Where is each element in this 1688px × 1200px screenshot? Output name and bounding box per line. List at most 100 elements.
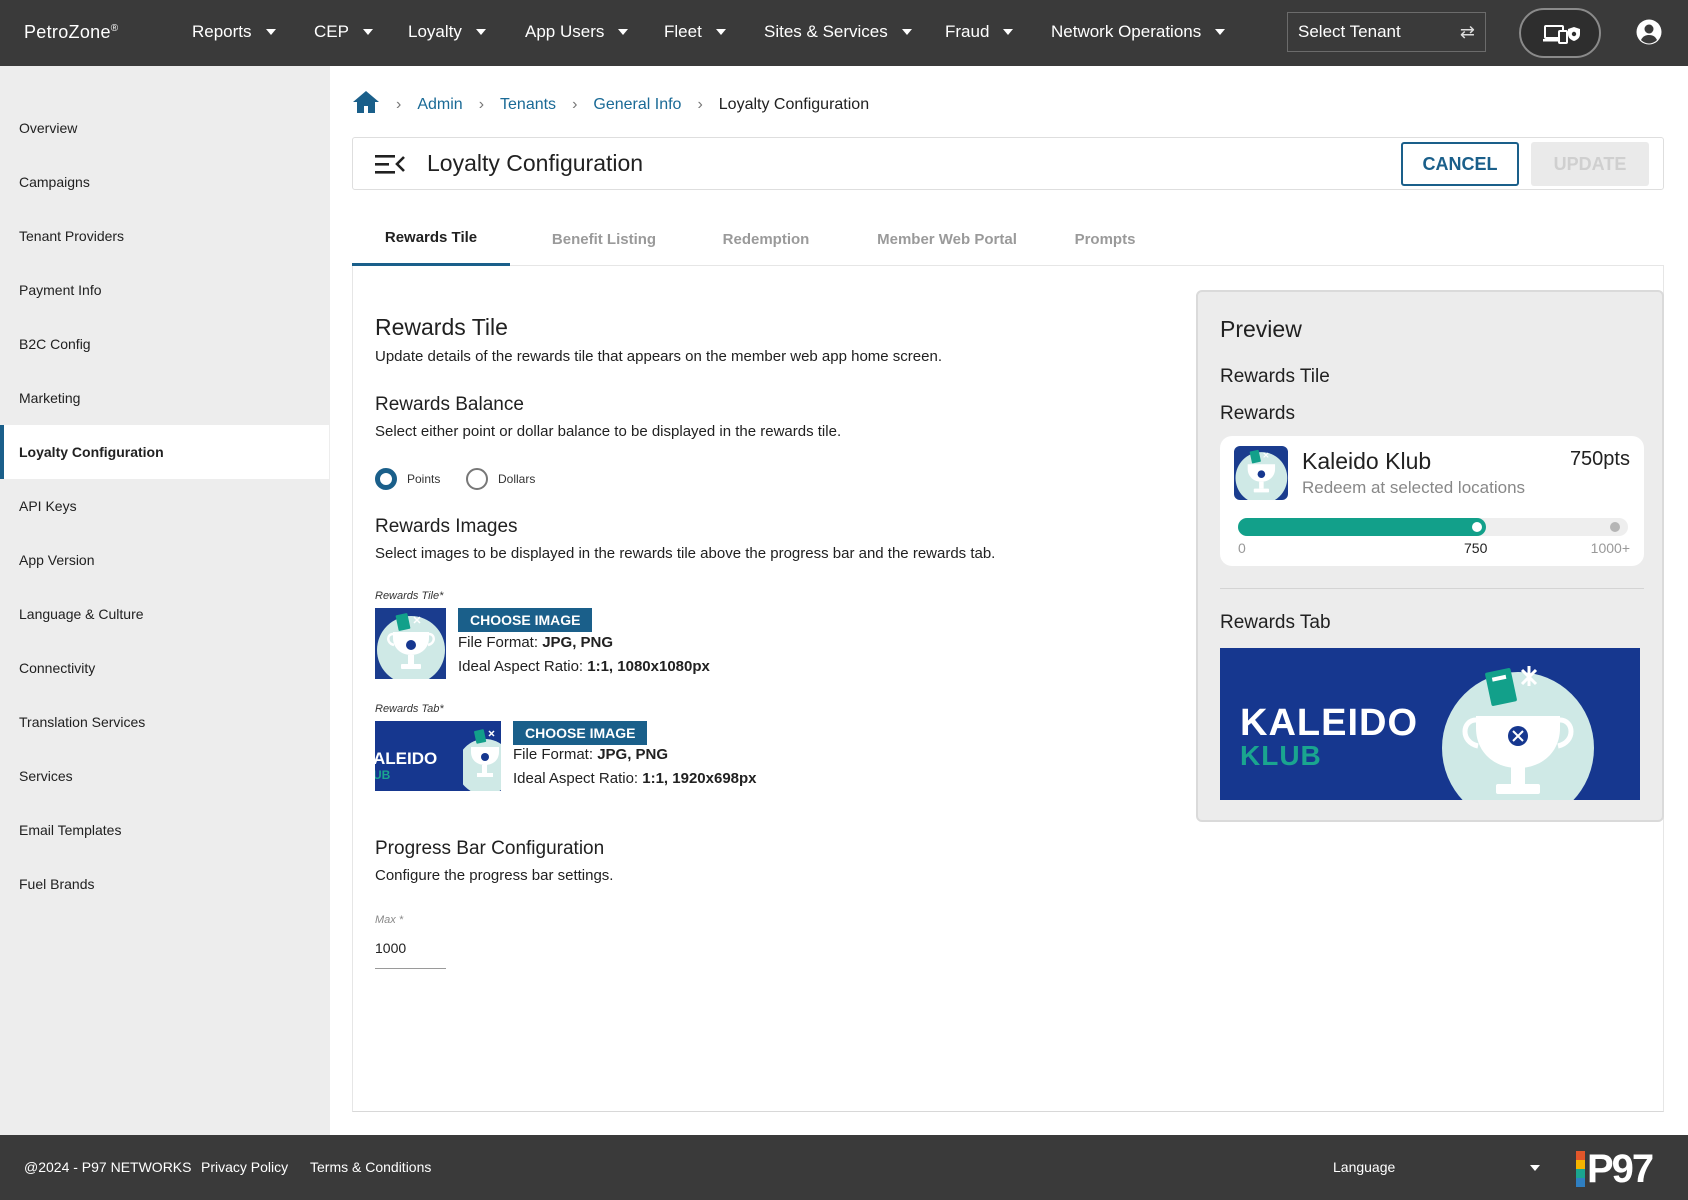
tile-file-format: File Format: JPG, PNG xyxy=(458,634,614,651)
nav-label: Loyalty xyxy=(408,22,462,41)
tab-bar: Rewards Tile Benefit Listing Redemption … xyxy=(352,212,1664,266)
nav-label: Network Operations xyxy=(1051,22,1202,41)
sidebar-item-marketing[interactable]: Marketing xyxy=(0,371,329,425)
sidebar-item-app-version[interactable]: App Version xyxy=(0,533,329,587)
brand-logo[interactable]: PetroZone® xyxy=(24,22,118,43)
tab-file-format: File Format: JPG, PNG xyxy=(513,746,669,763)
breadcrumb-general-info[interactable]: General Info xyxy=(593,96,681,114)
user-account-icon[interactable] xyxy=(1636,19,1662,50)
tenant-select-placeholder: Select Tenant xyxy=(1298,22,1401,41)
tab-member-web-portal[interactable]: Member Web Portal xyxy=(852,212,1042,266)
progress-tick-min: 0 xyxy=(1238,540,1246,556)
breadcrumb: › Admin › Tenants › General Info › Loyal… xyxy=(352,90,869,119)
update-button[interactable]: UPDATE xyxy=(1531,142,1649,186)
brand-mark: ® xyxy=(110,23,119,34)
rewards-tab-banner-preview: KALEIDO KLUB xyxy=(1220,648,1640,800)
progress-tick-current: 750 xyxy=(1464,540,1488,556)
sidebar-item-overview[interactable]: Overview xyxy=(0,101,329,155)
tenant-select[interactable]: Select Tenant ⇄ xyxy=(1287,12,1486,52)
nav-app-users[interactable]: App Users xyxy=(525,22,629,42)
rewards-tab-thumbnail: ALEIDO UB xyxy=(375,721,501,791)
rewards-images-description: Select images to be displayed in the rew… xyxy=(375,545,996,562)
preview-panel: Preview Rewards Tile Rewards Kaleido Klu… xyxy=(1196,290,1664,822)
sidebar-item-email-templates[interactable]: Email Templates xyxy=(0,803,329,857)
tab-redemption[interactable]: Redemption xyxy=(692,212,840,266)
tab-prompts[interactable]: Prompts xyxy=(1056,212,1154,266)
language-select[interactable]: Language xyxy=(1333,1159,1395,1175)
footer-privacy-link[interactable]: Privacy Policy xyxy=(201,1159,288,1175)
device-preview-toggle[interactable] xyxy=(1519,8,1601,58)
rewards-images-title: Rewards Images xyxy=(375,516,518,537)
choose-image-button-tile[interactable]: CHOOSE IMAGE xyxy=(458,608,593,632)
nav-cep[interactable]: CEP xyxy=(314,22,373,42)
page-title: Loyalty Configuration xyxy=(427,150,644,176)
caret-down-icon xyxy=(362,29,373,35)
chevron-right-icon: › xyxy=(396,95,402,113)
nav-sites-services[interactable]: Sites & Services xyxy=(764,22,912,42)
trophy-icon xyxy=(463,729,501,791)
radio-selected-icon xyxy=(375,468,397,490)
sidebar-item-services[interactable]: Services xyxy=(0,749,329,803)
radio-dollars[interactable]: Dollars xyxy=(466,468,535,490)
nav-label: CEP xyxy=(314,22,349,41)
max-field-input[interactable]: 1000 xyxy=(375,940,446,969)
rewards-progress-knob xyxy=(1472,522,1482,532)
footer-copyright: @2024 - P97 NETWORKS xyxy=(24,1159,192,1175)
progress-bar-config-title: Progress Bar Configuration xyxy=(375,838,605,859)
sidebar-item-fuel-brands[interactable]: Fuel Brands xyxy=(0,857,329,911)
sidebar-item-translation-services[interactable]: Translation Services xyxy=(0,695,329,749)
chevron-right-icon: › xyxy=(572,95,578,113)
collapse-menu-icon[interactable] xyxy=(375,153,405,180)
breadcrumb-admin[interactable]: Admin xyxy=(417,96,462,114)
rewards-progress-end-dot xyxy=(1610,522,1620,532)
page-header: Loyalty Configuration CANCEL UPDATE xyxy=(352,137,1664,190)
thumb-text: ALEIDO xyxy=(375,749,438,768)
caret-down-icon xyxy=(475,29,486,35)
preview-rewards-heading: Rewards xyxy=(1220,403,1295,424)
caret-down-icon xyxy=(618,29,629,35)
tab-rewards-tile[interactable]: Rewards Tile xyxy=(352,212,510,266)
caret-down-icon[interactable] xyxy=(1530,1165,1540,1171)
nav-fraud[interactable]: Fraud xyxy=(945,22,1014,42)
sidebar-item-campaigns[interactable]: Campaigns xyxy=(0,155,329,209)
nav-label: Fraud xyxy=(945,22,990,41)
breadcrumb-current: Loyalty Configuration xyxy=(718,95,870,113)
rewards-card-name: Kaleido Klub xyxy=(1302,448,1432,474)
sidebar-item-b2c-config[interactable]: B2C Config xyxy=(0,317,329,371)
p97-logo-bars xyxy=(1576,1151,1585,1187)
rewards-card-icon xyxy=(1234,446,1288,500)
nav-loyalty[interactable]: Loyalty xyxy=(408,22,486,42)
chevron-right-icon: › xyxy=(478,95,485,113)
rewards-progress-track xyxy=(1238,518,1628,536)
sidebar-item-payment-info[interactable]: Payment Info xyxy=(0,263,329,317)
breadcrumb-tenants[interactable]: Tenants xyxy=(500,96,556,114)
section-description: Update details of the rewards tile that … xyxy=(375,348,942,365)
sidebar-item-tenant-providers[interactable]: Tenant Providers xyxy=(0,209,329,263)
trophy-icon xyxy=(1442,666,1594,800)
sidebar-item-connectivity[interactable]: Connectivity xyxy=(0,641,329,695)
trophy-icon xyxy=(377,613,445,679)
progress-tick-max: 1000+ xyxy=(1590,540,1630,556)
preview-title: Preview xyxy=(1220,316,1302,342)
top-navigation-bar: PetroZone® Reports CEP Loyalty App Users… xyxy=(0,0,1688,66)
nav-reports[interactable]: Reports xyxy=(192,22,276,42)
sidebar-item-loyalty-configuration[interactable]: Loyalty Configuration xyxy=(0,425,329,479)
sidebar-item-language-culture[interactable]: Language & Culture xyxy=(0,587,329,641)
choose-image-button-tab[interactable]: CHOOSE IMAGE xyxy=(513,721,648,745)
rewards-balance-title: Rewards Balance xyxy=(375,394,524,415)
caret-down-icon xyxy=(901,29,912,35)
nav-label: Fleet xyxy=(664,22,702,41)
caret-down-icon xyxy=(1215,29,1226,35)
footer-terms-link[interactable]: Terms & Conditions xyxy=(310,1159,431,1175)
nav-network-operations[interactable]: Network Operations xyxy=(1051,22,1226,42)
sidebar-item-api-keys[interactable]: API Keys xyxy=(0,479,329,533)
radio-unselected-icon xyxy=(466,468,488,490)
rewards-progress-fill xyxy=(1238,518,1486,536)
rewards-card-subtitle: Redeem at selected locations xyxy=(1302,478,1526,497)
tab-benefit-listing[interactable]: Benefit Listing xyxy=(522,212,686,266)
cancel-button[interactable]: CANCEL xyxy=(1401,142,1519,186)
caret-down-icon xyxy=(715,29,726,35)
radio-points[interactable]: Points xyxy=(375,468,440,490)
home-icon[interactable] xyxy=(352,90,380,119)
nav-fleet[interactable]: Fleet xyxy=(664,22,726,42)
